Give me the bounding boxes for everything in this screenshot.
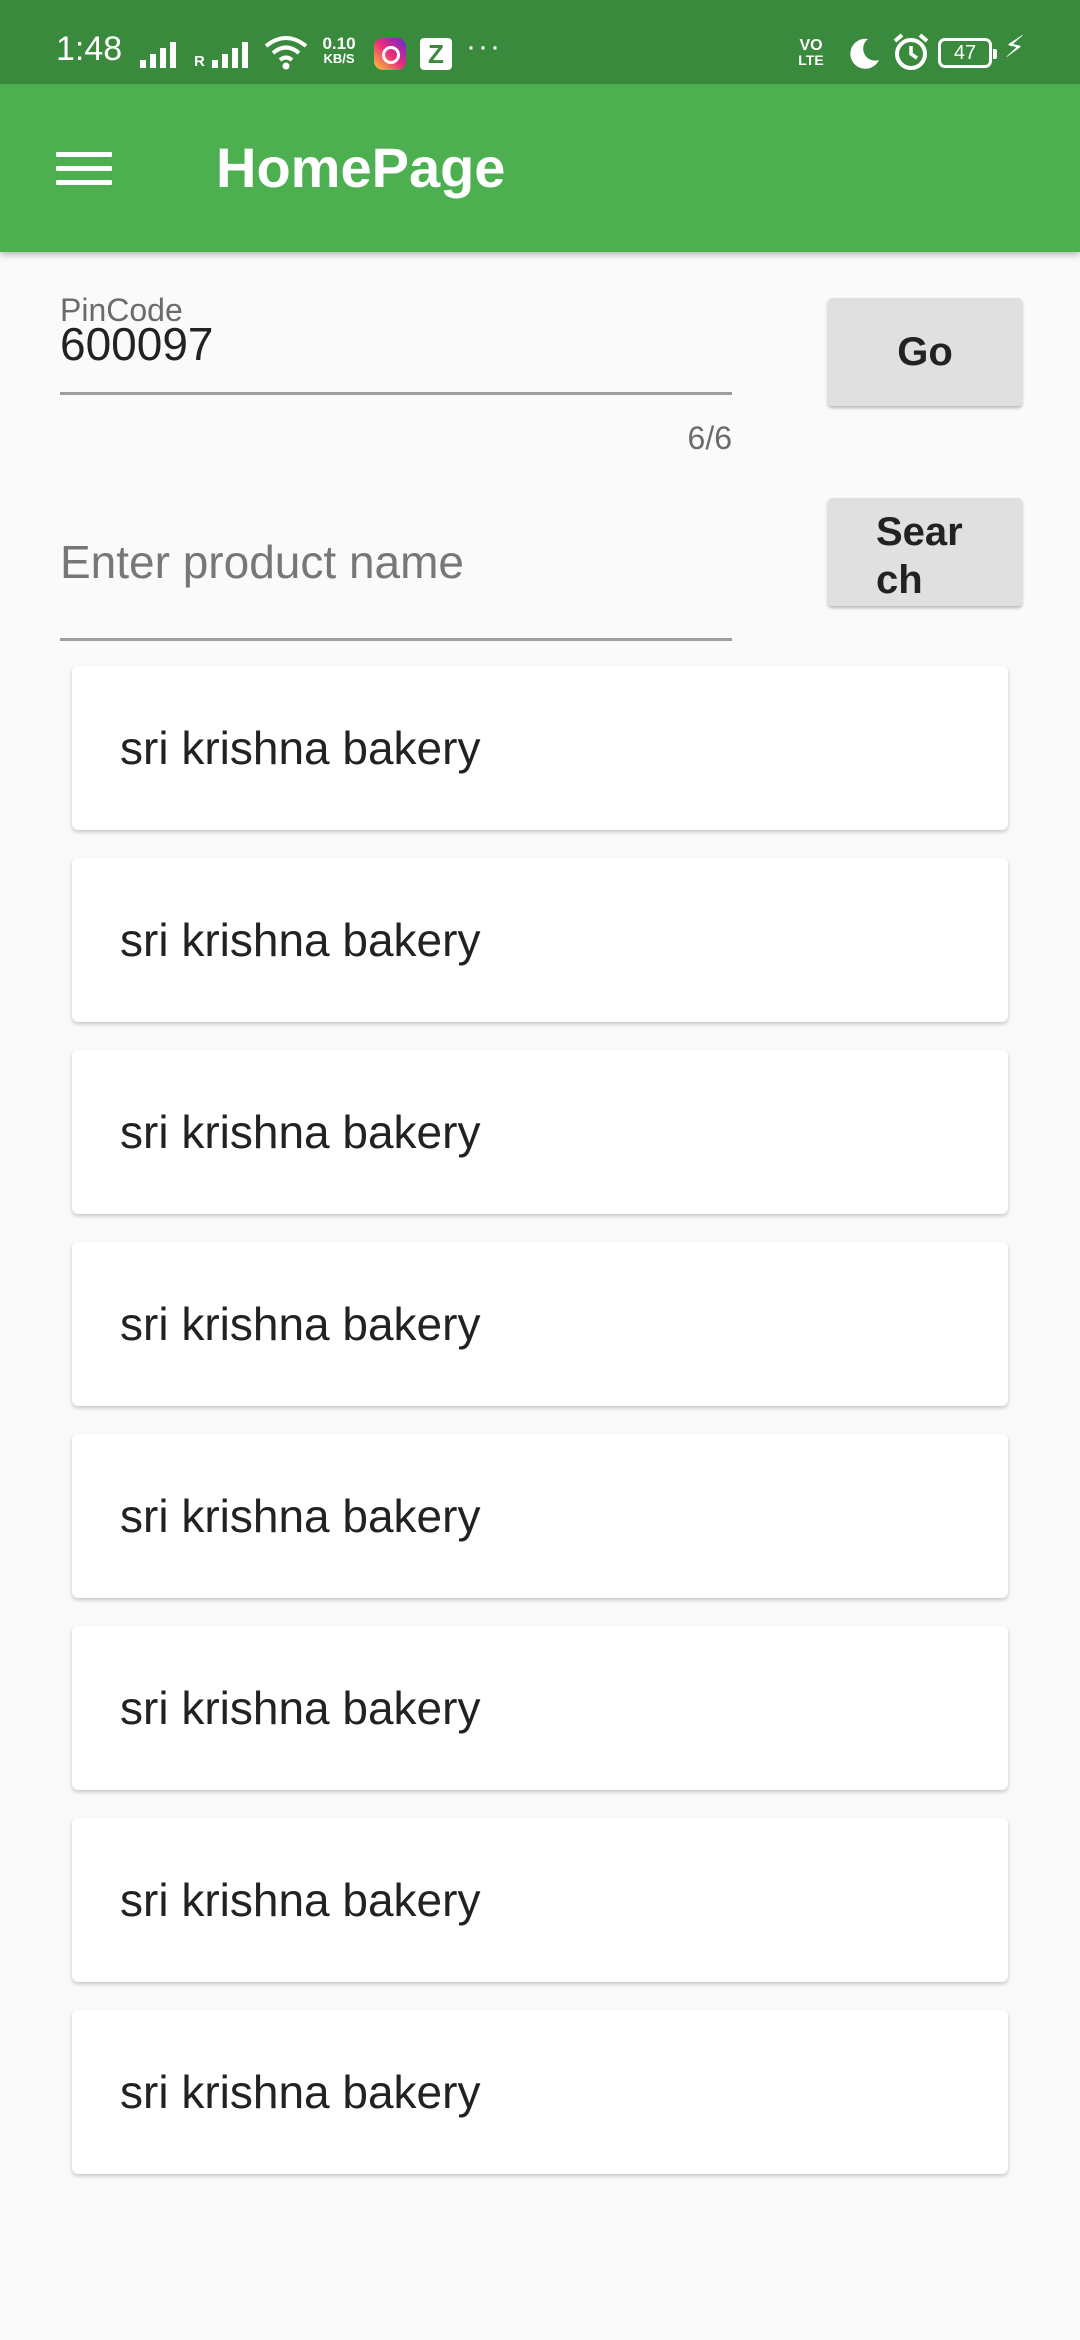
result-name: sri krishna bakery xyxy=(120,914,481,966)
signal-strength-icon xyxy=(140,40,176,68)
app-bar: HomePage xyxy=(0,84,1080,252)
result-card[interactable]: sri krishna bakery xyxy=(72,1242,1008,1406)
product-search-input[interactable] xyxy=(60,522,732,602)
volte-top: VO xyxy=(799,37,823,54)
charging-bolt-icon: ⚡ xyxy=(1004,31,1026,64)
result-name: sri krishna bakery xyxy=(120,1874,481,1926)
network-speed-unit: KB/S xyxy=(323,51,355,66)
page-title: HomePage xyxy=(216,136,506,199)
result-card[interactable]: sri krishna bakery xyxy=(72,1626,1008,1790)
result-card[interactable]: sri krishna bakery xyxy=(72,666,1008,830)
status-bar: 1:48 R 0.10 KB/S Z ··· VO LTE 47 ⚡ xyxy=(0,0,1080,84)
go-button[interactable]: Go xyxy=(828,298,1022,406)
result-card[interactable]: sri krishna bakery xyxy=(72,1050,1008,1214)
result-name: sri krishna bakery xyxy=(120,1298,481,1350)
volte-bottom: LTE xyxy=(798,52,824,68)
volte-indicator: VO LTE xyxy=(792,38,830,68)
result-card[interactable]: sri krishna bakery xyxy=(72,1434,1008,1598)
battery-icon: 47 xyxy=(938,38,997,68)
search-button-label: Search xyxy=(876,510,963,602)
status-time: 1:48 xyxy=(56,30,123,68)
do-not-disturb-moon-icon xyxy=(850,38,879,69)
roaming-indicator: R xyxy=(194,53,205,70)
result-name: sri krishna bakery xyxy=(120,1106,481,1158)
result-card[interactable]: sri krishna bakery xyxy=(72,2010,1008,2174)
result-name: sri krishna bakery xyxy=(120,1682,481,1734)
signal-strength-2-icon xyxy=(212,40,248,68)
pincode-field[interactable]: PinCode xyxy=(60,286,732,396)
pincode-underline xyxy=(60,392,732,395)
result-name: sri krishna bakery xyxy=(120,1490,481,1542)
result-card[interactable]: sri krishna bakery xyxy=(72,1818,1008,1982)
network-speed: 0.10 KB/S xyxy=(318,34,360,66)
instagram-notification-icon xyxy=(374,38,406,70)
result-name: sri krishna bakery xyxy=(120,2066,481,2118)
product-search-field[interactable] xyxy=(60,512,732,642)
battery-level: 47 xyxy=(953,42,977,64)
pincode-input[interactable] xyxy=(60,314,732,374)
result-name: sri krishna bakery xyxy=(120,722,481,774)
pincode-char-counter: 6/6 xyxy=(687,420,732,456)
alarm-icon xyxy=(893,33,929,70)
z-app-notification-icon: Z xyxy=(420,38,452,70)
product-search-underline xyxy=(60,638,732,641)
more-notifications-icon: ··· xyxy=(466,30,502,63)
hamburger-menu-icon[interactable] xyxy=(56,148,112,188)
result-card[interactable]: sri krishna bakery xyxy=(72,858,1008,1022)
search-button[interactable]: Search xyxy=(828,498,1022,606)
network-speed-value: 0.10 xyxy=(322,34,356,53)
wifi-icon xyxy=(264,36,308,70)
